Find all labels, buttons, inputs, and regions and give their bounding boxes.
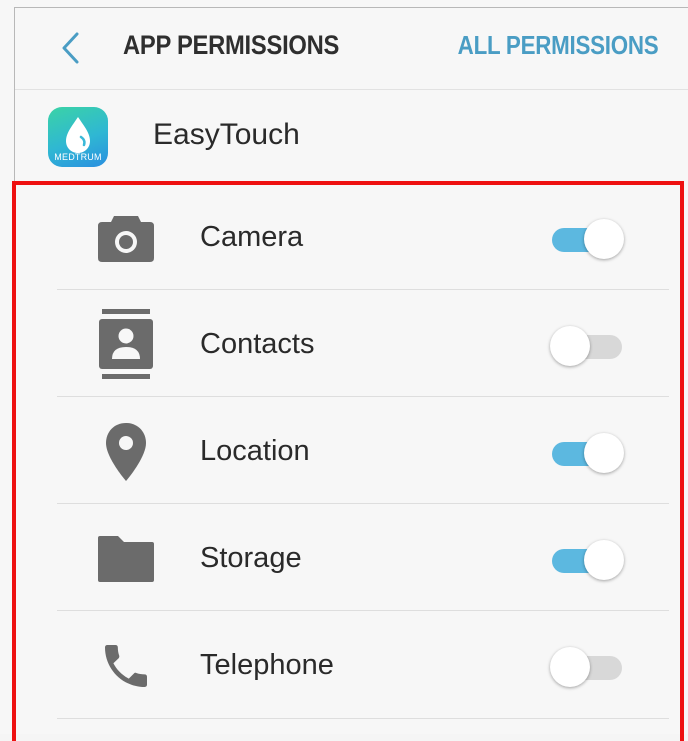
storage-toggle[interactable] — [550, 540, 624, 580]
location-pin-icon — [96, 419, 156, 485]
permission-row-contacts[interactable]: Contacts — [16, 292, 684, 399]
permission-label: Location — [200, 435, 310, 467]
permissions-screen: APP PERMISSIONS ALL PERMISSIONS MEDTRUM … — [0, 0, 688, 741]
toggle-knob — [584, 219, 624, 259]
app-icon-brand: MEDTRUM — [54, 152, 102, 162]
app-name: EasyTouch — [153, 118, 300, 151]
location-toggle[interactable] — [550, 433, 624, 473]
contacts-toggle[interactable] — [550, 326, 624, 366]
row-divider — [57, 503, 669, 504]
app-bar: APP PERMISSIONS ALL PERMISSIONS — [15, 8, 688, 90]
folder-icon — [96, 526, 156, 592]
back-button[interactable] — [55, 26, 85, 70]
camera-icon — [96, 205, 156, 271]
permission-row-camera[interactable]: Camera — [16, 185, 684, 292]
telephone-toggle[interactable] — [550, 647, 624, 687]
row-divider — [57, 396, 669, 397]
permission-label: Contacts — [200, 328, 315, 360]
permission-row-telephone[interactable]: Telephone — [16, 613, 684, 720]
permission-row-storage[interactable]: Storage — [16, 506, 684, 613]
permission-label: Camera — [200, 221, 304, 253]
permission-row-location[interactable]: Location — [16, 399, 684, 506]
row-divider — [57, 610, 669, 611]
camera-toggle[interactable] — [550, 219, 624, 259]
row-divider — [57, 718, 669, 719]
permission-label: Telephone — [200, 649, 334, 681]
contacts-icon — [96, 309, 156, 379]
phone-icon — [96, 633, 156, 699]
all-permissions-button[interactable]: ALL PERMISSIONS — [457, 30, 658, 61]
app-info-row: MEDTRUM EasyTouch — [15, 90, 688, 180]
toggle-knob — [584, 540, 624, 580]
app-icon: MEDTRUM — [48, 107, 108, 167]
chevron-left-icon — [62, 32, 79, 64]
row-divider — [57, 289, 669, 290]
toggle-knob — [550, 326, 590, 366]
toggle-knob — [550, 647, 590, 687]
toggle-knob — [584, 433, 624, 473]
permission-label: Storage — [200, 542, 302, 574]
page-title: APP PERMISSIONS — [123, 30, 340, 60]
